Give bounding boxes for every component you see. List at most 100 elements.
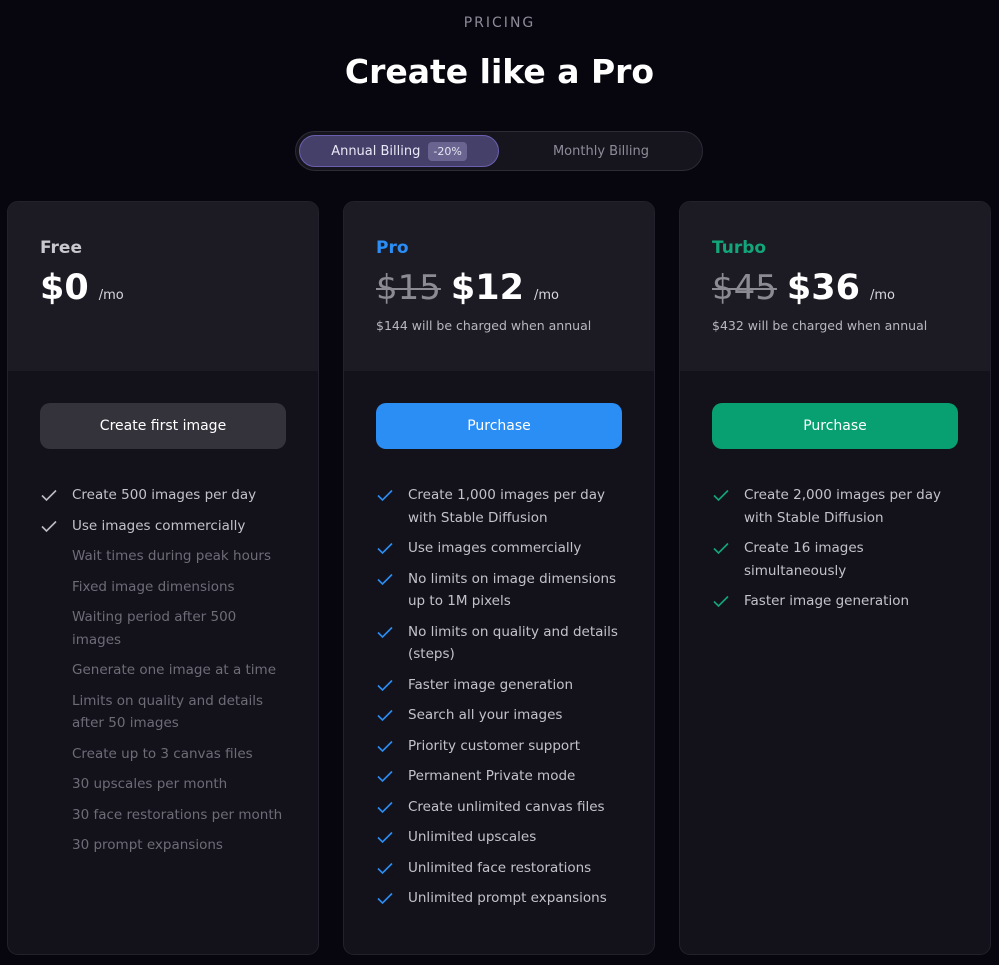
plan-header: Pro $15 $12/mo $144 will be charged when an… [344,202,654,371]
feature-item: Faster image generation [712,590,958,613]
plan-card-pro: Pro $15 $12/mo $144 will be charged when an… [343,201,655,955]
annual-charge-note: $144 will be charged when annual [376,318,592,333]
feature-item: Unlimited face restorations [376,857,622,880]
feature-text: 30 upscales per month [72,776,228,792]
plan-name: Free [40,238,82,258]
price-row: $0/mo [40,268,286,308]
price-row: $15 $12/mo [376,268,622,308]
plan-card-turbo: Turbo $45 $36/mo $432 will be charged when … [679,201,991,955]
feature-item: Create unlimited canvas files [376,796,622,819]
plan-body: Purchase Create 2,000 images per day with… [680,371,990,613]
feature-item: Limits on quality and details after 50 i… [40,690,286,735]
monthly-billing-option[interactable]: Monthly Billing [501,135,701,167]
plan-name: Turbo [712,238,767,258]
create-first-image-button[interactable]: Create first image [40,403,286,449]
discount-badge: -20% [428,141,467,161]
price-period: /mo [869,288,895,303]
feature-item: 30 upscales per month [40,773,286,796]
current-price: $36 [786,268,860,308]
page-title: Create like a Pro [344,52,655,91]
price-period: /mo [98,288,124,303]
feature-text: Create up to 3 canvas files [72,745,253,762]
check-icon [41,489,57,502]
feature-item: Permanent Private mode [376,765,622,788]
billing-toggle: Annual Billing -20% Monthly Billing [295,131,703,171]
feature-item: Create 500 images per day [40,484,286,507]
check-icon [41,520,57,532]
plan-body: Purchase Create 1,000 images per day with… [344,371,654,910]
feature-text: Limits on quality and details after 50 i… [72,692,264,732]
feature-text: Unlimited face restorations [408,859,592,876]
plan-header: Free $0/mo [8,202,318,371]
feature-text: Unlimited prompt expansions [408,890,607,906]
feature-text: Create 500 images per day [72,487,257,503]
purchase-button[interactable]: Purchase [376,403,622,449]
feature-text: Generate one image at a time [72,662,277,678]
feature-item: Faster image generation [376,674,622,697]
original-price: $45 [712,268,777,308]
check-icon [377,542,393,555]
check-icon [377,892,393,905]
check-icon [713,595,729,608]
annual-billing-option[interactable]: Annual Billing -20% [299,135,499,167]
feature-text: 30 prompt expansions [72,837,223,853]
feature-item: Generate one image at a time [40,659,286,682]
check-icon [377,801,393,813]
feature-text: Use images commercially [72,517,246,534]
feature-text: Permanent Private mode [408,768,576,784]
feature-text: Faster image generation [744,593,910,609]
feature-text: 30 face restorations per month [72,806,283,823]
check-icon [377,679,393,691]
feature-list: Create 500 images per day Use images comm… [40,484,286,857]
feature-text: Unlimited upscales [408,829,537,845]
feature-text: No limits on quality and details (steps) [408,623,618,663]
check-icon [377,489,393,502]
check-icon [377,626,393,638]
feature-text: Faster image generation [408,676,574,693]
feature-list: Create 1,000 images per day with Stable … [376,484,622,910]
check-icon [377,862,393,874]
check-icon [713,542,729,555]
feature-item: Use images commercially [376,537,622,560]
current-price: $0 [40,268,89,308]
feature-text: Create 1,000 images per day with Stable … [408,487,606,526]
feature-text: No limits on image dimensions up to 1M p… [408,570,617,610]
check-icon [377,573,393,585]
plan-header: Turbo $45 $36/mo $432 will be charged when … [680,202,990,371]
feature-text: Search all your images [408,707,563,723]
feature-text: Priority customer support [408,737,581,754]
plan-name: Pro [376,238,409,258]
feature-item: Wait times during peak hours [40,545,286,568]
feature-item: Create 16 images simultaneously [712,537,958,582]
feature-item: Create 2,000 images per day with Stable … [712,484,958,529]
plan-body: Create first image Create 500 images per … [8,371,318,857]
purchase-button[interactable]: Purchase [712,403,958,449]
annual-charge-note: $432 will be charged when annual [712,318,928,333]
monthly-billing-label: Monthly Billing [552,143,650,159]
price-row: $45 $36/mo [712,268,958,308]
feature-item: Search all your images [376,704,622,727]
feature-item: No limits on quality and details (steps) [376,621,622,666]
feature-list: Create 2,000 images per day with Stable … [712,484,958,613]
feature-text: Use images commercially [408,540,582,556]
pricing-eyebrow: PRICING [463,15,536,31]
feature-item: Waiting period after 500 images [40,606,286,651]
feature-text: Fixed image dimensions [72,578,235,595]
feature-text: Create 16 images simultaneously [744,540,864,579]
check-icon [377,709,393,722]
feature-item: Priority customer support [376,735,622,758]
feature-item: No limits on image dimensions up to 1M p… [376,568,622,613]
feature-text: Create 2,000 images per day with Stable … [744,487,942,526]
feature-item: Unlimited prompt expansions [376,887,622,910]
feature-item: 30 face restorations per month [40,804,286,827]
check-icon [377,770,393,783]
feature-item: Use images commercially [40,515,286,538]
price-period: /mo [533,288,559,303]
feature-text: Create unlimited canvas files [408,798,605,815]
feature-item: Create up to 3 canvas files [40,743,286,766]
check-icon [377,740,393,752]
annual-billing-label: Annual Billing [331,143,421,159]
feature-item: Fixed image dimensions [40,576,286,599]
feature-item: Unlimited upscales [376,826,622,849]
feature-item: 30 prompt expansions [40,834,286,857]
